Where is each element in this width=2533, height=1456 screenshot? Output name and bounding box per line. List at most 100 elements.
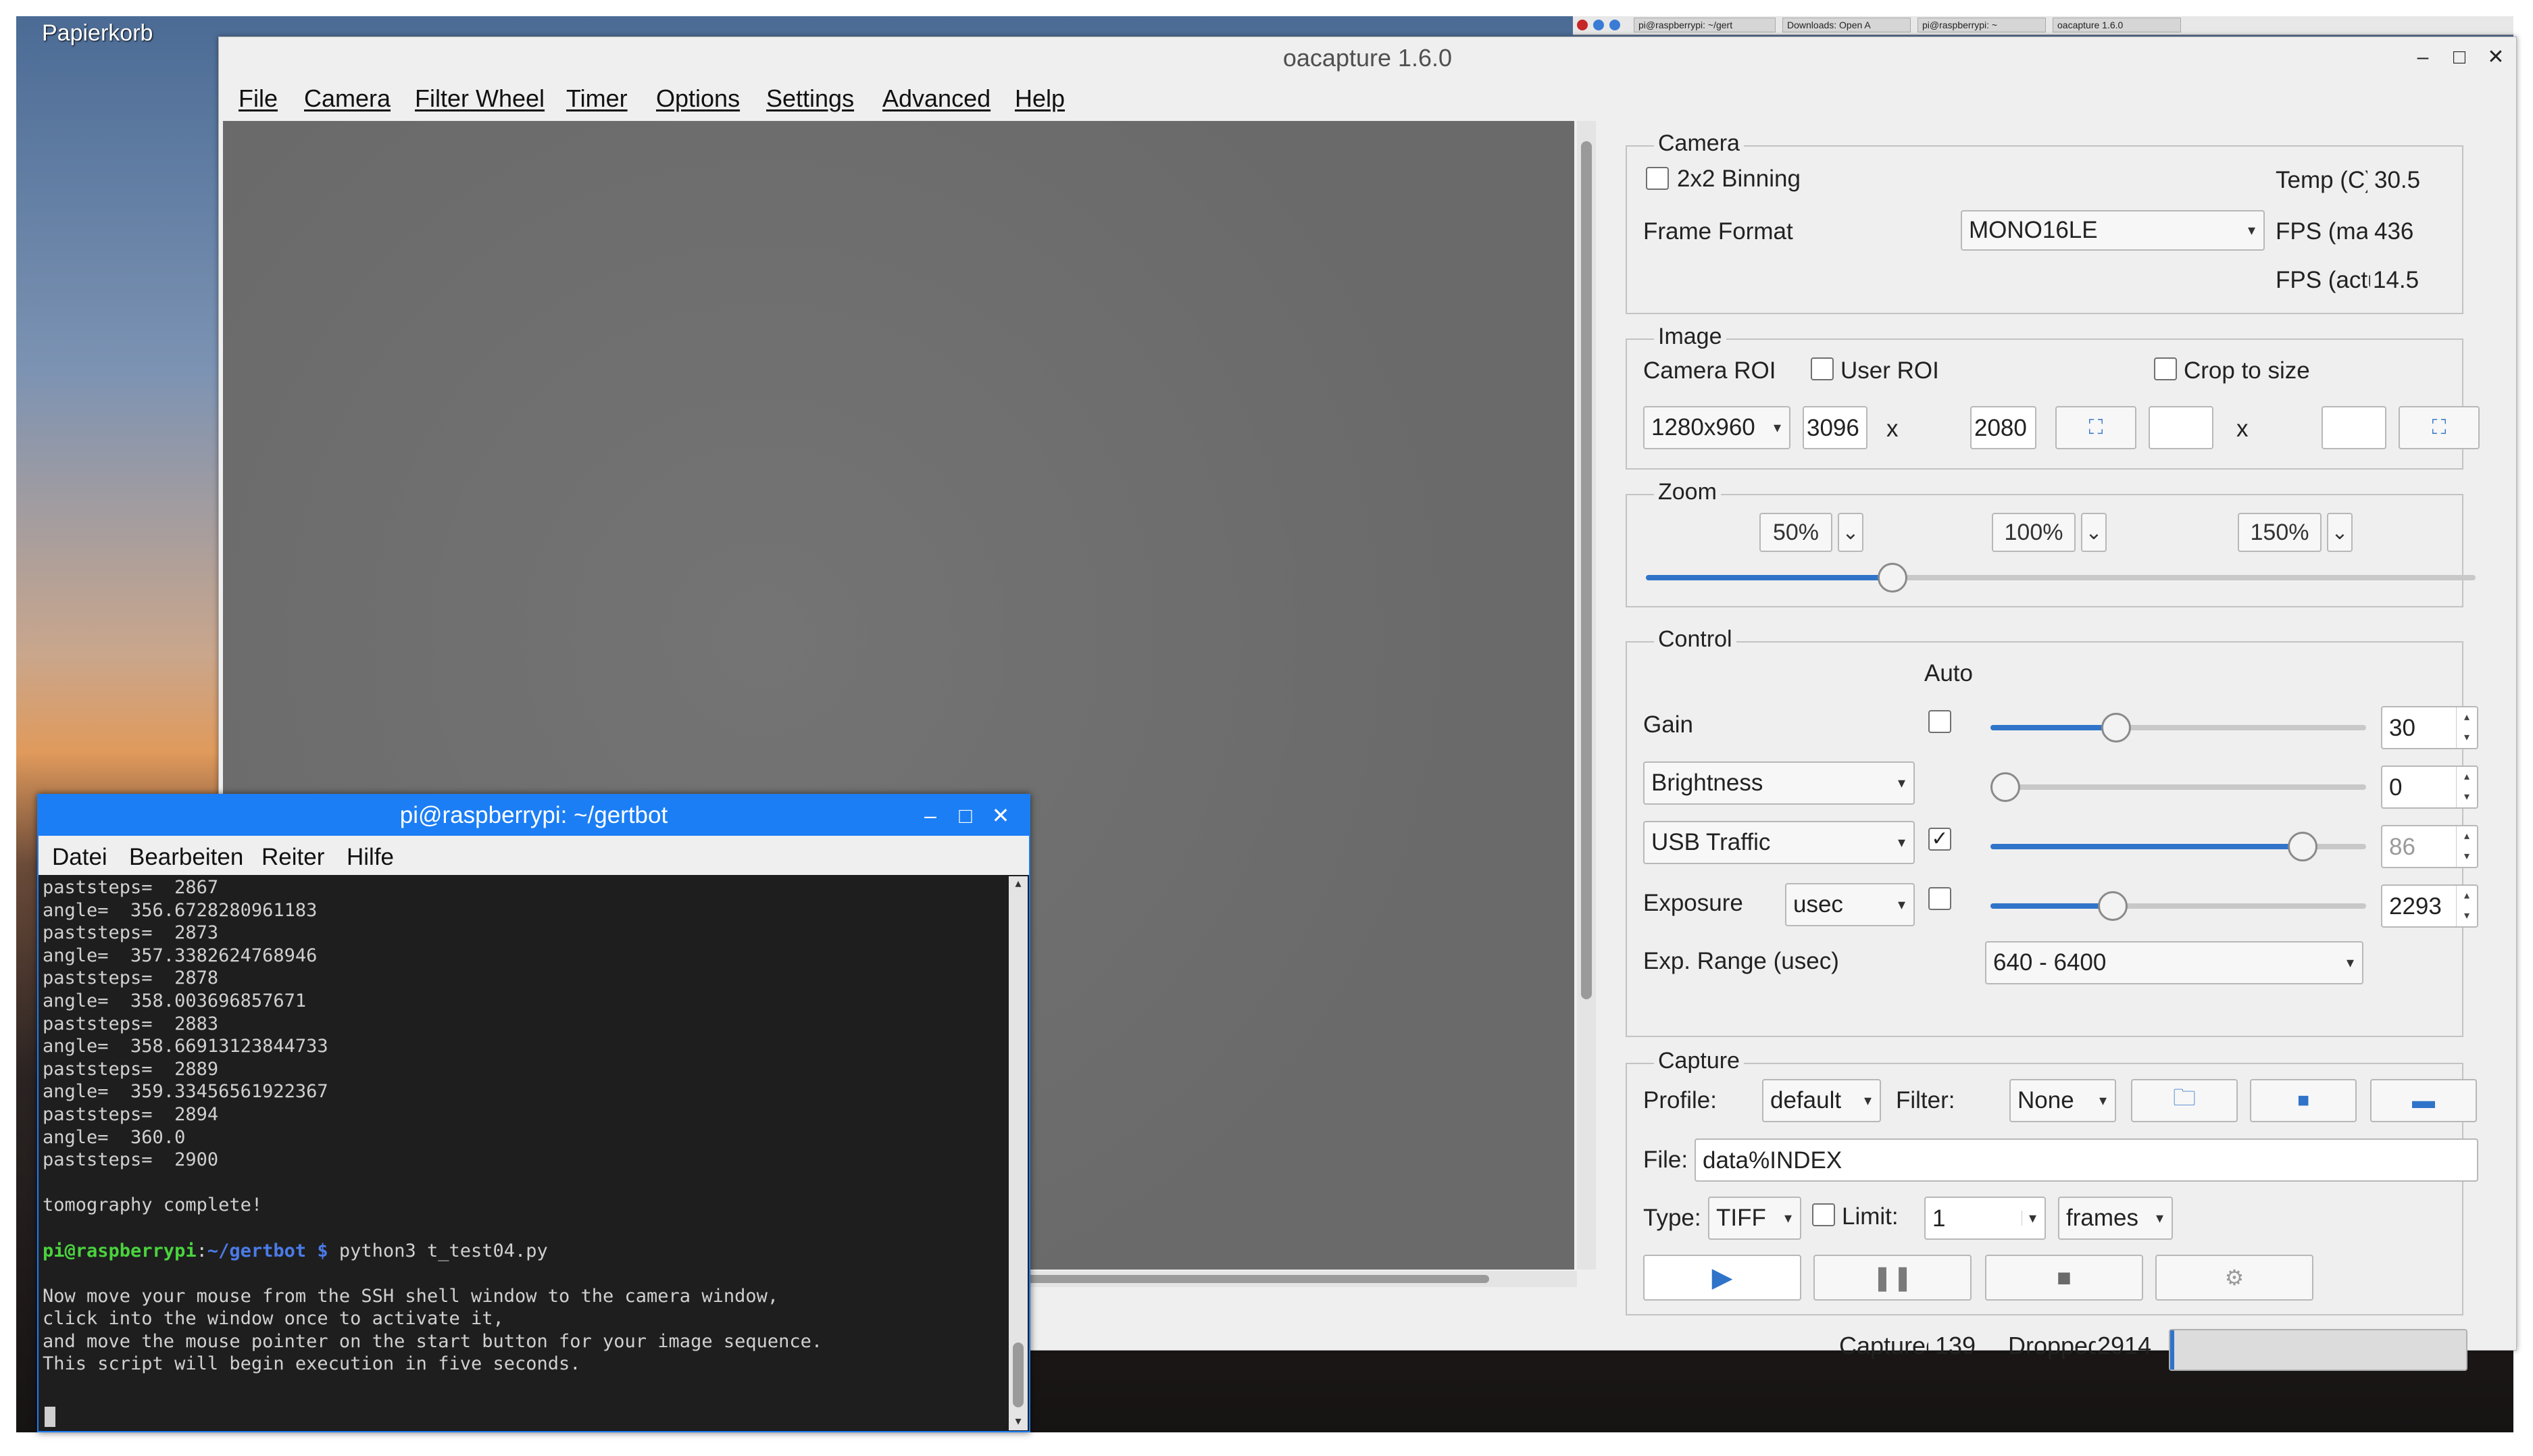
roi-select[interactable]: 1280x960 ▾ [1643,406,1790,449]
terminal-scrollbar[interactable]: ▴ ▾ [1009,876,1028,1430]
maximize-button[interactable]: □ [2446,44,2473,71]
gain-auto-checkbox[interactable] [1928,710,1951,733]
scroll-thumb[interactable] [976,1275,1489,1283]
usb-traffic-spinbox[interactable]: 86 ▴ ▾ [2381,825,2478,868]
user-roi-checkbox[interactable] [1811,357,1834,380]
exposure-slider[interactable] [1990,891,2366,921]
gain-spinbox[interactable]: 30 ▴ ▾ [2381,706,2478,749]
gain-slider-handle[interactable] [2101,713,2131,743]
terminal-line: Now move your mouse from the SSH shell w… [43,1285,779,1307]
filter-label: Filter: [1896,1087,1955,1113]
menu-advanced[interactable]: Advanced [882,84,990,113]
app-icon[interactable] [1609,20,1620,30]
zoom-150-button[interactable]: 150% [2238,513,2322,552]
crop-height-input[interactable] [2322,406,2386,449]
app-icon[interactable] [1577,20,1588,30]
file-name-input[interactable]: data%INDEX [1695,1138,2478,1182]
save-button[interactable]: ■ [2250,1079,2357,1122]
spin-arrows-icon[interactable]: ▴ ▾ [2456,886,2477,926]
terminal-menu-hilfe[interactable]: Hilfe [347,844,394,871]
taskbar-item[interactable]: oacapture 1.6.0 [2053,18,2181,32]
scroll-thumb[interactable] [1581,141,1592,999]
limit-input[interactable]: 1 ▾ [1924,1197,2046,1240]
spin-arrows-icon[interactable]: ▴ ▾ [2456,826,2477,867]
preview-horizontal-scrollbar[interactable] [962,1271,1577,1287]
exposure-slider-fill [1990,903,2107,909]
terminal-menu-bearbeiten[interactable]: Bearbeiten [129,844,243,871]
terminal-maximize-button[interactable]: □ [952,802,979,829]
terminal-line: angle= 357.3382624768946 [43,945,318,966]
minimize-button[interactable]: – [2409,44,2436,71]
type-select[interactable]: TIFF ▾ [1708,1197,1801,1240]
spin-arrows-icon[interactable]: ▴ ▾ [2456,707,2477,748]
terminal-prompt-line: pi@raspberrypi:~/gertbot $ python3 t_tes… [43,1240,1002,1263]
chevron-down-icon: ▾ [1897,834,1905,851]
scroll-thumb[interactable] [1013,1342,1024,1407]
pause-capture-button[interactable]: ❚❚ [1813,1255,1972,1301]
brightness-slider[interactable] [1990,772,2366,802]
trash-label[interactable]: Papierkorb [42,20,153,47]
fit-roi-button[interactable]: ⛶ [2055,406,2136,449]
terminal-line: paststeps= 2873 [43,922,219,944]
brightness-slider-handle[interactable] [1990,772,2020,802]
scroll-up-arrow-icon[interactable]: ▴ [1011,876,1025,890]
start-capture-button[interactable]: ▶ [1643,1255,1801,1301]
zoom-slider[interactable] [1646,563,2476,593]
usb-traffic-auto-checkbox[interactable]: ✓ [1928,828,1951,851]
fit-crop-button[interactable]: ⛶ [2399,406,2480,449]
exp-range-select[interactable]: 640 - 6400 ▾ [1985,941,2363,984]
crop-width-input[interactable] [2149,406,2213,449]
menu-file[interactable]: File [239,84,278,113]
taskbar-item[interactable]: pi@raspberrypi: ~ [1917,18,2046,32]
frame-format-select[interactable]: MONO16LE ▾ [1961,210,2265,251]
preview-vertical-scrollbar[interactable] [1577,121,1596,1270]
brightness-spinbox[interactable]: 0 ▴ ▾ [2381,765,2478,809]
terminal-menu-reiter[interactable]: Reiter [261,844,324,871]
exposure-unit-select[interactable]: usec ▾ [1785,883,1915,926]
terminal-output[interactable]: paststeps= 2867 angle= 356.6728280961183… [43,876,1002,1430]
menu-camera[interactable]: Camera [304,84,391,113]
profile-select[interactable]: default ▾ [1762,1079,1881,1122]
zoom-slider-handle[interactable] [1878,563,1908,593]
usb-traffic-slider[interactable] [1990,832,2366,861]
zoom-100-button[interactable]: 100% [1992,513,2076,552]
crop-to-size-checkbox[interactable] [2154,357,2177,380]
binning-label: 2x2 Binning [1677,166,1801,192]
roi-width-input[interactable]: 3096 [1803,406,1867,449]
menu-help[interactable]: Help [1015,84,1065,113]
close-button[interactable]: ✕ [2482,44,2509,71]
stop-capture-button[interactable]: ■ [1985,1255,2143,1301]
taskbar-item[interactable]: pi@raspberrypi: ~/gert [1634,18,1776,32]
spin-arrows-icon[interactable]: ▴ ▾ [2456,767,2477,807]
chevron-down-icon[interactable]: ▾ [2021,1211,2036,1226]
menu-filter-wheel[interactable]: Filter Wheel [415,84,545,113]
terminal-close-button[interactable]: ✕ [987,802,1014,829]
exposure-spinbox[interactable]: 2293 ▴ ▾ [2381,884,2478,928]
app-icon[interactable] [1593,20,1604,30]
zoom-50-button[interactable]: 50% [1759,513,1832,552]
exposure-auto-checkbox[interactable] [1928,887,1951,910]
menu-options[interactable]: Options [656,84,740,113]
exposure-slider-handle[interactable] [2097,891,2128,921]
limit-checkbox[interactable] [1812,1203,1835,1226]
autorun-button[interactable]: ⚙ [2155,1255,2313,1301]
new-folder-button[interactable]: 🗀 [2131,1079,2238,1122]
scroll-down-arrow-icon[interactable]: ▾ [1011,1414,1025,1428]
terminal-minimize-button[interactable]: – [917,802,944,829]
taskbar-item[interactable]: Downloads: Open A [1782,18,1911,32]
roi-height-input[interactable]: 2080 [1970,406,2036,449]
menu-settings[interactable]: Settings [766,84,854,113]
zoom-50-menu[interactable]: ⌄ [1838,513,1863,552]
limit-unit-select[interactable]: frames ▾ [2058,1197,2173,1240]
zoom-100-menu[interactable]: ⌄ [2081,513,2107,552]
gain-slider[interactable] [1990,713,2366,743]
control-select-usb-traffic[interactable]: USB Traffic ▾ [1643,821,1915,864]
control-select-brightness[interactable]: Brightness ▾ [1643,761,1915,805]
open-folder-button[interactable]: ▬ [2370,1079,2477,1122]
usb-traffic-slider-handle[interactable] [2288,832,2318,861]
filter-select[interactable]: None ▾ [2009,1079,2116,1122]
terminal-menu-datei[interactable]: Datei [52,844,107,871]
zoom-150-menu[interactable]: ⌄ [2327,513,2353,552]
menu-timer[interactable]: Timer [566,84,628,113]
binning-checkbox[interactable] [1646,167,1669,190]
